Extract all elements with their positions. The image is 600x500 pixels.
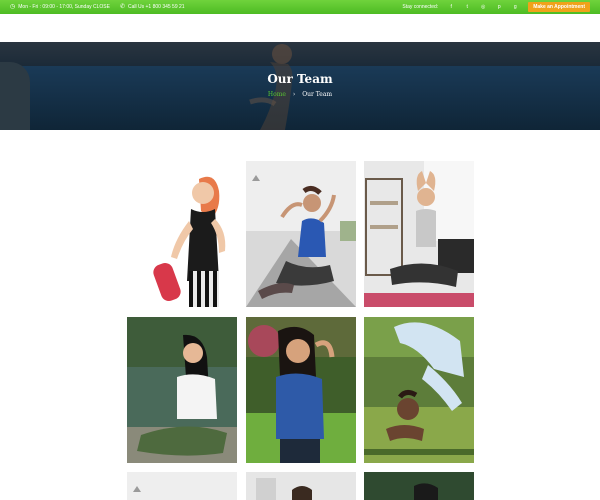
team-member-6-photo xyxy=(364,317,474,463)
hours-text: Mon - Fri : 09:00 - 17:00, Sunday CLOSE xyxy=(18,4,110,10)
appointment-button[interactable]: Make an Appointment xyxy=(528,2,590,12)
hero-yoga-figure xyxy=(249,44,293,130)
team-member-9[interactable] xyxy=(364,472,474,500)
team-member-8[interactable] xyxy=(246,472,356,500)
breadcrumb-home[interactable]: Home xyxy=(268,91,286,98)
team-member-8-photo xyxy=(246,472,356,500)
instagram-icon[interactable]: ◎ xyxy=(480,4,486,10)
google-plus-icon[interactable]: g xyxy=(512,4,518,10)
phone-info[interactable]: ✆ Call Us +1 800 345 59 21 xyxy=(120,4,185,10)
team-member-1-photo xyxy=(127,161,237,307)
header-nav-area xyxy=(0,14,600,42)
pinterest-icon[interactable]: p xyxy=(496,4,502,10)
facebook-icon[interactable]: f xyxy=(448,4,454,10)
phone-icon: ✆ xyxy=(119,4,125,10)
twitter-icon[interactable]: t xyxy=(464,4,470,10)
team-member-5[interactable] xyxy=(246,317,356,463)
hours-info: ◷ Mon - Fri : 09:00 - 17:00, Sunday CLOS… xyxy=(10,4,110,10)
top-bar: ◷ Mon - Fri : 09:00 - 17:00, Sunday CLOS… xyxy=(0,0,600,14)
team-member-9-photo xyxy=(364,472,474,500)
team-member-2-photo xyxy=(246,161,356,307)
team-member-1[interactable] xyxy=(127,161,237,307)
team-member-2[interactable] xyxy=(246,161,356,307)
clock-icon: ◷ xyxy=(10,4,16,10)
breadcrumb-separator: › xyxy=(292,91,296,98)
phone-text: Call Us +1 800 345 59 21 xyxy=(128,4,185,10)
team-member-4-photo xyxy=(127,317,237,463)
page-title: Our Team xyxy=(267,72,333,86)
team-member-4[interactable] xyxy=(127,317,237,463)
team-member-3[interactable] xyxy=(364,161,474,307)
team-member-5-photo xyxy=(246,317,356,463)
team-member-6[interactable] xyxy=(364,317,474,463)
team-member-7[interactable] xyxy=(127,472,237,500)
social-links: f t ◎ p g xyxy=(448,4,518,10)
team-member-3-photo xyxy=(364,161,474,307)
breadcrumb: Home › Our Team xyxy=(0,91,600,98)
page-hero: Our Team Home › Our Team xyxy=(0,42,600,130)
breadcrumb-current: Our Team xyxy=(302,91,333,98)
top-bar-contact: ◷ Mon - Fri : 09:00 - 17:00, Sunday CLOS… xyxy=(10,4,185,10)
top-bar-right: Stay connected: f t ◎ p g Make an Appoin… xyxy=(402,2,590,12)
team-member-7-photo xyxy=(127,472,237,500)
stay-connected-label: Stay connected: xyxy=(402,4,439,10)
